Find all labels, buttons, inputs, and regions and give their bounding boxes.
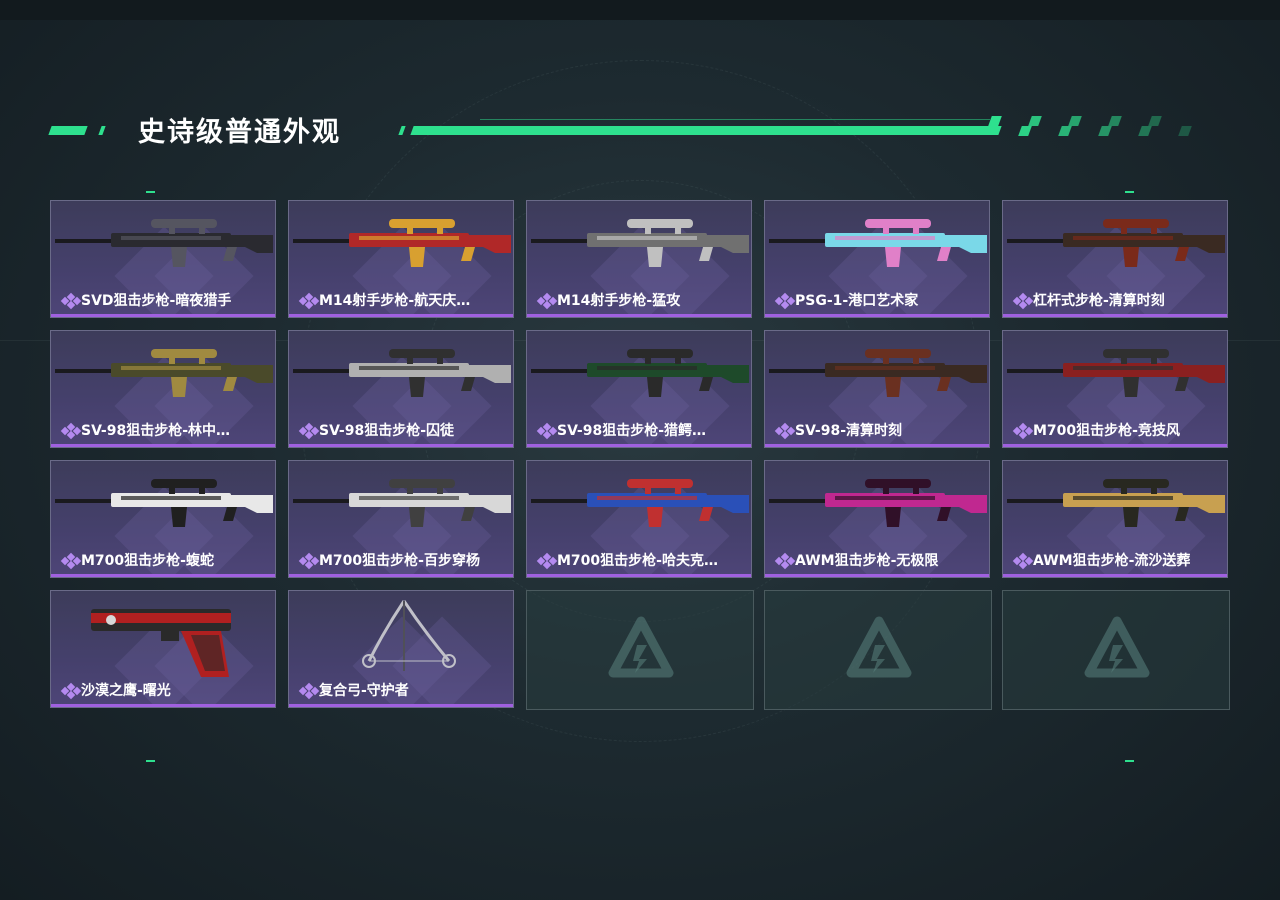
rarity-underline [51,574,275,577]
skin-card[interactable]: AWM狙击步枪-无极限 [764,460,990,578]
skin-card[interactable]: M14射手步枪-航天庆… [288,200,514,318]
skin-name: AWM狙击步枪-流沙送葬 [1033,553,1191,569]
rarity-underline [527,574,751,577]
rarity-underline [1003,314,1227,317]
rarity-gem-icon [60,552,82,570]
skin-card[interactable]: M700狙击步枪-竞技风 [1002,330,1228,448]
placeholder-logo-icon [846,616,912,678]
rarity-underline [765,444,989,447]
rarity-gem-icon [1012,422,1034,440]
skin-card[interactable]: 沙漠之鹰-曙光 [50,590,276,708]
rarity-underline [1003,574,1227,577]
rarity-underline [527,444,751,447]
checker-square [1068,116,1082,126]
corner-tick [146,191,155,193]
skin-name: SV-98狙击步枪-林中… [81,423,231,439]
rarity-underline [51,704,275,707]
placeholder-logo-icon [1084,616,1150,678]
skin-card[interactable]: 杠杆式步枪-清算时刻 [1002,200,1228,318]
header-accent-bar [48,126,88,135]
rarity-underline [51,444,275,447]
skin-name: SV-98-清算时刻 [795,423,903,439]
checker-square [1148,116,1162,126]
skin-card[interactable]: SV-98狙击步枪-林中… [50,330,276,448]
empty-slot [526,590,754,710]
rarity-gem-icon [774,292,796,310]
skin-name: SV-98狙击步枪-囚徒 [319,423,455,439]
rarity-gem-icon [60,292,82,310]
rarity-underline [527,314,751,317]
skin-card[interactable]: AWM狙击步枪-流沙送葬 [1002,460,1228,578]
header-accent-bar [398,126,406,135]
rarity-gem-icon [298,552,320,570]
header-thin-line [480,119,990,120]
skin-name: M700狙击步枪-蝮蛇 [81,553,214,569]
skin-name: 杠杆式步枪-清算时刻 [1033,293,1165,309]
rarity-gem-icon [1012,292,1034,310]
rarity-gem-icon [298,682,320,700]
rarity-gem-icon [774,552,796,570]
skin-name: 复合弓-守护者 [319,683,409,699]
corner-tick [146,760,155,762]
skin-card[interactable]: SV-98-清算时刻 [764,330,990,448]
skin-name: M700狙击步枪-竞技风 [1033,423,1180,439]
skin-card[interactable]: SV-98狙击步枪-囚徒 [288,330,514,448]
checker-square [1058,126,1072,136]
skin-name: M700狙击步枪-百步穿杨 [319,553,480,569]
rarity-underline [765,314,989,317]
checker-square [1098,126,1112,136]
section-header: 史诗级普通外观 [0,100,1280,160]
header-stripe [410,126,1002,135]
skin-name: SVD狙击步枪-暗夜猎手 [81,293,232,309]
checker-square [1108,116,1122,126]
checker-square [988,116,1002,126]
skin-name: SV-98狙击步枪-猎鳄… [557,423,707,439]
section-title: 史诗级普通外观 [138,117,341,148]
skin-name: PSG-1-港口艺术家 [795,293,919,309]
skin-card[interactable]: M700狙击步枪-蝮蛇 [50,460,276,578]
skin-name: M700狙击步枪-哈夫克… [557,553,718,569]
corner-tick [1125,191,1134,193]
skin-card[interactable]: M700狙击步枪-哈夫克… [526,460,752,578]
rarity-underline [289,444,513,447]
empty-slot [764,590,992,710]
corner-tick [1125,760,1134,762]
checker-square [1028,116,1042,126]
skin-name: 沙漠之鹰-曙光 [81,683,171,699]
header-checker-pattern [988,116,1200,136]
checker-square [1138,126,1152,136]
placeholder-logo-icon [608,616,674,678]
checker-square [1178,126,1192,136]
rarity-underline [765,574,989,577]
skin-card[interactable]: SV-98狙击步枪-猎鳄… [526,330,752,448]
skin-card[interactable]: 复合弓-守护者 [288,590,514,708]
skin-card[interactable]: M14射手步枪-猛攻 [526,200,752,318]
skin-card[interactable]: PSG-1-港口艺术家 [764,200,990,318]
rarity-underline [289,704,513,707]
skin-name: M14射手步枪-航天庆… [319,293,471,309]
header-accent-bar [98,126,106,135]
top-bar [0,0,1280,20]
rarity-gem-icon [60,422,82,440]
rarity-underline [289,574,513,577]
rarity-gem-icon [536,292,558,310]
rarity-gem-icon [298,292,320,310]
skin-card[interactable]: SVD狙击步枪-暗夜猎手 [50,200,276,318]
empty-slot [1002,590,1230,710]
rarity-gem-icon [1012,552,1034,570]
checker-square [1018,126,1032,136]
rarity-underline [1003,444,1227,447]
skin-name: M14射手步枪-猛攻 [557,293,681,309]
rarity-gem-icon [60,682,82,700]
rarity-underline [51,314,275,317]
rarity-gem-icon [536,552,558,570]
rarity-gem-icon [298,422,320,440]
skin-card[interactable]: M700狙击步枪-百步穿杨 [288,460,514,578]
rarity-gem-icon [774,422,796,440]
rarity-underline [289,314,513,317]
skin-name: AWM狙击步枪-无极限 [795,553,939,569]
rarity-gem-icon [536,422,558,440]
